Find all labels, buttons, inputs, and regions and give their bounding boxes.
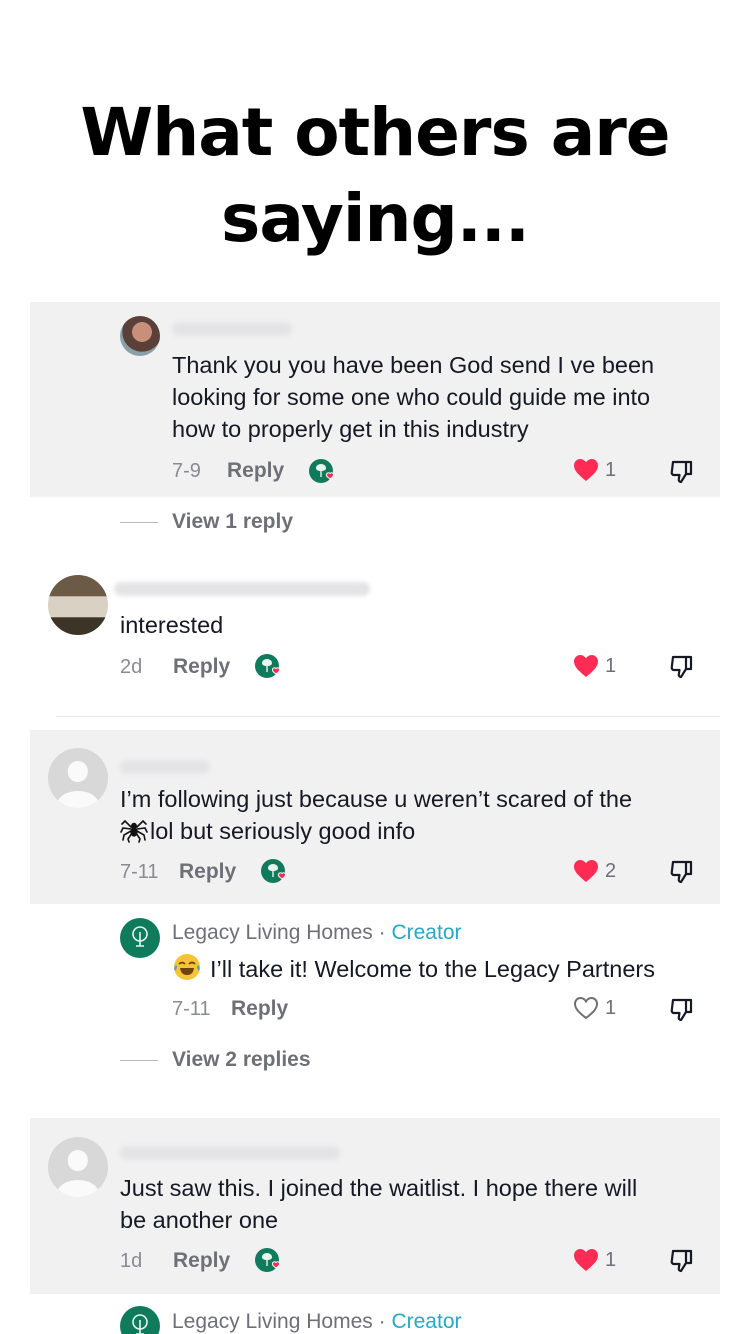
spider-icon [120,815,150,851]
reply-author: Legacy Living Homes · Creator [172,1310,462,1333]
reply-date: 7-11 [172,998,211,1020]
comment-text: interested [120,612,224,638]
username-redacted [172,322,292,336]
username-redacted [120,1146,340,1160]
like-button[interactable]: 1 [573,996,616,1020]
tree-logo-icon [132,1314,148,1334]
like-button[interactable]: 2 [573,859,616,883]
title-line-1: What others are [80,94,670,171]
like-count: 1 [605,996,617,1019]
creator-liked-icon [254,1247,282,1275]
reply-button[interactable]: Reply [173,655,230,679]
reply-button[interactable]: Reply [227,459,284,483]
view-replies-label: View 2 replies [172,1048,311,1071]
dislike-icon[interactable] [668,653,696,681]
comment-date: 7-9 [172,460,201,482]
comment-date: 7-11 [120,861,159,883]
creator-liked-icon [260,858,288,886]
dislike-icon[interactable] [668,858,696,886]
like-count: 1 [605,1248,617,1271]
like-button[interactable]: 1 [573,458,616,482]
dislike-icon[interactable] [668,996,696,1024]
view-replies-label: View 1 reply [172,510,294,533]
divider [56,716,720,717]
creator-badge: Creator [391,921,462,944]
comment-text: Thank you you have been God send I ve be… [172,352,655,442]
comment-text: Just saw this. I joined the waitlist. I … [120,1175,638,1233]
laughing-emoji-icon [172,952,210,990]
avatar[interactable] [48,748,108,808]
creator-badge: Creator [391,1310,462,1333]
dislike-icon[interactable] [668,1247,696,1275]
like-button[interactable]: 1 [573,1248,616,1272]
avatar[interactable] [120,1306,160,1334]
username-redacted [114,582,370,596]
comment-date: 2d [120,656,143,678]
avatar[interactable] [48,575,108,635]
heart-icon [574,860,598,882]
title-line-2: saying... [221,180,530,257]
like-count: 1 [605,458,617,481]
reply-button[interactable]: Reply [179,860,236,884]
reply-author: Legacy Living Homes · Creator [172,921,462,944]
dislike-icon[interactable] [668,458,696,486]
heart-icon [574,1249,598,1271]
reply-text: I’ll take it! Welcome to the Legacy Part… [172,952,655,990]
comment-date: 1d [120,1250,143,1272]
creator-liked-icon [254,653,282,681]
reply-button[interactable]: Reply [173,1249,230,1273]
heart-icon [574,459,598,481]
creator-liked-icon [308,458,336,486]
like-count: 1 [605,654,617,677]
avatar[interactable] [48,1137,108,1197]
heart-outline-icon [573,996,599,1020]
comment-text: I’m following just because u weren’t sca… [120,783,632,851]
view-replies-button[interactable]: View 1 reply [120,510,293,534]
divider-line [120,521,158,523]
avatar[interactable] [120,918,160,958]
like-count: 2 [605,859,617,882]
divider-line [120,1059,158,1061]
username-redacted [120,760,210,774]
reply-button[interactable]: Reply [231,997,288,1021]
like-button[interactable]: 1 [573,654,616,678]
page-title: What others are saying... [0,90,750,262]
view-replies-button[interactable]: View 2 replies [120,1048,311,1072]
avatar[interactable] [120,316,160,356]
heart-icon [574,655,598,677]
tree-logo-icon [132,926,148,947]
